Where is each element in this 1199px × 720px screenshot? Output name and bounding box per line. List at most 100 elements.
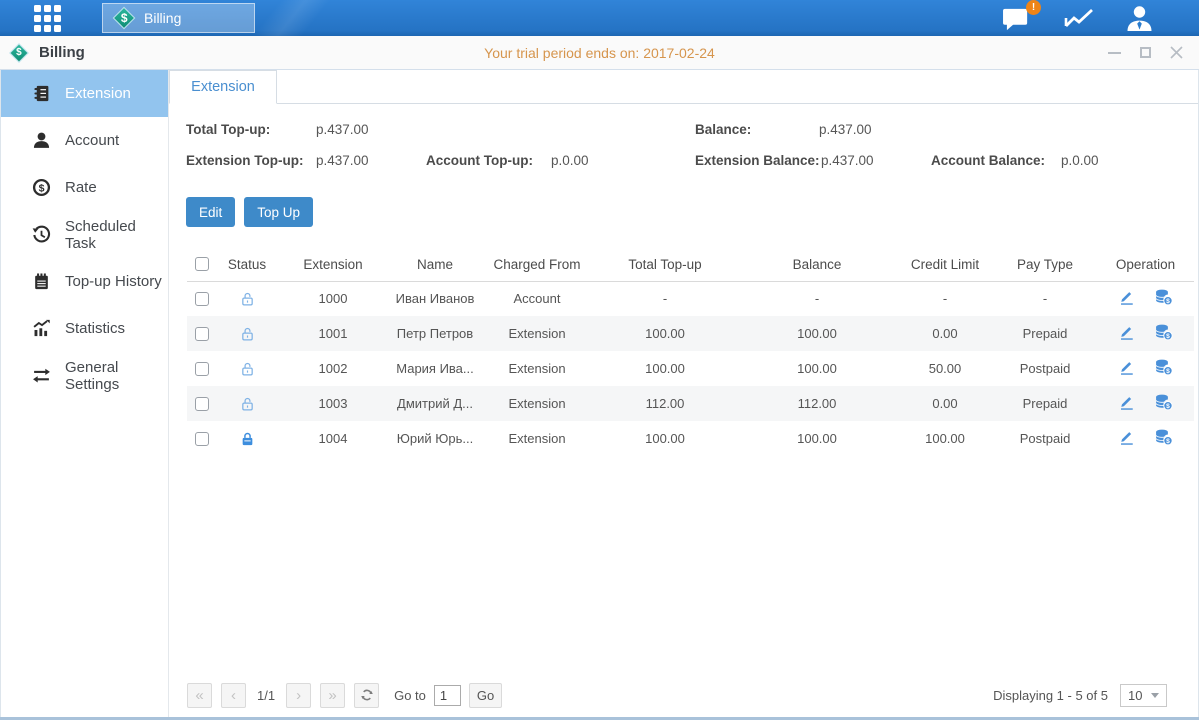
row-checkbox[interactable] bbox=[195, 432, 209, 446]
top-up-icon[interactable]: $ bbox=[1154, 393, 1173, 414]
cell-credit-limit: 100.00 bbox=[897, 421, 993, 456]
sidebar-item-extension[interactable]: Extension bbox=[1, 70, 168, 117]
table-header-row: Status Extension Name Charged From Total… bbox=[187, 248, 1194, 281]
edit-icon[interactable] bbox=[1118, 428, 1135, 449]
ledger-icon bbox=[32, 84, 51, 103]
table-row: 1001 Петр Петров Extension 100.00 100.00… bbox=[187, 316, 1194, 351]
sidebar-item-topup-history[interactable]: Top-up History bbox=[1, 258, 168, 305]
row-checkbox[interactable] bbox=[195, 362, 209, 376]
col-operation: Operation bbox=[1097, 248, 1194, 281]
cell-balance: 100.00 bbox=[737, 316, 897, 351]
top-up-icon[interactable]: $ bbox=[1154, 358, 1173, 379]
sidebar-item-label: Account bbox=[65, 132, 119, 149]
unlocked-padlock-icon bbox=[240, 326, 255, 342]
svg-text:$: $ bbox=[1166, 368, 1170, 375]
cell-total-topup: 100.00 bbox=[593, 421, 737, 456]
extensions-table: Status Extension Name Charged From Total… bbox=[187, 248, 1194, 456]
cell-extension: 1000 bbox=[277, 281, 389, 316]
app-grid-menu-icon[interactable] bbox=[34, 5, 61, 32]
refresh-icon bbox=[360, 688, 374, 702]
trial-notice: Your trial period ends on: 2017-02-24 bbox=[484, 45, 715, 61]
select-all-checkbox[interactable] bbox=[195, 257, 209, 271]
top-up-icon[interactable]: $ bbox=[1154, 323, 1173, 344]
cell-extension: 1001 bbox=[277, 316, 389, 351]
notebook-icon bbox=[32, 272, 51, 291]
edit-button[interactable]: Edit bbox=[186, 197, 235, 227]
sidebar-item-label: Top-up History bbox=[65, 273, 162, 290]
window-controls bbox=[1107, 46, 1183, 60]
last-page-button[interactable]: » bbox=[320, 683, 345, 708]
prev-page-button[interactable]: ‹ bbox=[221, 683, 246, 708]
status-lock-icon bbox=[240, 325, 255, 340]
cell-total-topup: 100.00 bbox=[593, 316, 737, 351]
row-checkbox[interactable] bbox=[195, 397, 209, 411]
swap-arrows-icon bbox=[32, 366, 51, 385]
cell-balance: 112.00 bbox=[737, 386, 897, 421]
next-page-button[interactable]: › bbox=[286, 683, 311, 708]
user-account-icon[interactable] bbox=[1124, 4, 1155, 32]
notifications-message-icon[interactable]: ! bbox=[1001, 5, 1034, 32]
edit-icon[interactable] bbox=[1118, 323, 1135, 344]
cell-name: Дмитрий Д... bbox=[389, 386, 481, 421]
goto-page-input[interactable] bbox=[434, 685, 461, 706]
cell-name: Иван Иванов bbox=[389, 281, 481, 316]
table-row: 1000 Иван Иванов Account - - - - $ bbox=[187, 281, 1194, 316]
window-content: Extension Account $ Rate bbox=[0, 70, 1199, 717]
goto-label: Go to bbox=[394, 688, 426, 703]
top-up-icon[interactable]: $ bbox=[1154, 428, 1173, 449]
cell-extension: 1002 bbox=[277, 351, 389, 386]
cell-credit-limit: 0.00 bbox=[897, 386, 993, 421]
unlocked-padlock-icon bbox=[240, 291, 255, 307]
edit-icon[interactable] bbox=[1118, 288, 1135, 309]
sidebar-item-label: Scheduled Task bbox=[65, 218, 168, 252]
statistics-chart-icon[interactable] bbox=[1062, 5, 1096, 31]
sidebar-item-account[interactable]: Account bbox=[1, 117, 168, 164]
person-icon bbox=[1124, 4, 1155, 32]
maximize-icon[interactable] bbox=[1138, 46, 1152, 60]
sidebar-item-rate[interactable]: $ Rate bbox=[1, 164, 168, 211]
extension-topup-value: p.437.00 bbox=[316, 153, 369, 168]
tab-extension[interactable]: Extension bbox=[169, 70, 277, 104]
cell-extension: 1003 bbox=[277, 386, 389, 421]
sidebar-item-label: Statistics bbox=[65, 320, 125, 337]
row-checkbox[interactable] bbox=[195, 292, 209, 306]
edit-icon[interactable] bbox=[1118, 393, 1135, 414]
edit-icon[interactable] bbox=[1118, 358, 1135, 379]
sidebar-item-statistics[interactable]: Statistics bbox=[1, 305, 168, 352]
sidebar-item-scheduled-task[interactable]: Scheduled Task bbox=[1, 211, 168, 258]
page-indicator: 1/1 bbox=[257, 688, 275, 703]
taskbar-item-label: Billing bbox=[144, 10, 181, 26]
cell-balance: - bbox=[737, 281, 897, 316]
minimize-icon[interactable] bbox=[1107, 46, 1121, 60]
extension-topup-label: Extension Top-up: bbox=[186, 153, 304, 168]
taskbar-item-billing[interactable]: $ Billing bbox=[102, 3, 255, 33]
table-row: 1003 Дмитрий Д... Extension 112.00 112.0… bbox=[187, 386, 1194, 421]
extension-panel: Extension Total Top-up: p.437.00 Balance… bbox=[169, 70, 1198, 717]
balance-value: p.437.00 bbox=[819, 122, 872, 137]
topbar-right-icons: ! bbox=[1001, 0, 1155, 36]
account-balance-value: p.0.00 bbox=[1061, 153, 1099, 168]
col-extension: Extension bbox=[277, 248, 389, 281]
person-icon bbox=[32, 131, 51, 150]
row-checkbox[interactable] bbox=[195, 327, 209, 341]
top-up-button[interactable]: Top Up bbox=[244, 197, 313, 227]
refresh-button[interactable] bbox=[354, 683, 379, 708]
sidebar-item-general-settings[interactable]: General Settings bbox=[1, 352, 168, 399]
first-page-button[interactable]: « bbox=[187, 683, 212, 708]
close-icon[interactable] bbox=[1169, 46, 1183, 60]
billing-app-icon: $ bbox=[113, 7, 136, 30]
cell-pay-type: Prepaid bbox=[993, 386, 1097, 421]
go-button[interactable]: Go bbox=[469, 683, 502, 708]
cell-total-topup: - bbox=[593, 281, 737, 316]
history-clock-icon bbox=[32, 225, 51, 244]
col-credit-limit: Credit Limit bbox=[897, 248, 993, 281]
col-pay-type: Pay Type bbox=[993, 248, 1097, 281]
unlocked-padlock-icon bbox=[240, 361, 255, 377]
displaying-count: Displaying 1 - 5 of 5 bbox=[993, 688, 1108, 703]
total-topup-value: p.437.00 bbox=[316, 122, 369, 137]
col-total-topup: Total Top-up bbox=[593, 248, 737, 281]
svg-text:$: $ bbox=[1166, 403, 1170, 410]
cell-pay-type: Postpaid bbox=[993, 421, 1097, 456]
top-up-icon[interactable]: $ bbox=[1154, 288, 1173, 309]
page-size-dropdown[interactable]: 10 bbox=[1120, 684, 1167, 707]
